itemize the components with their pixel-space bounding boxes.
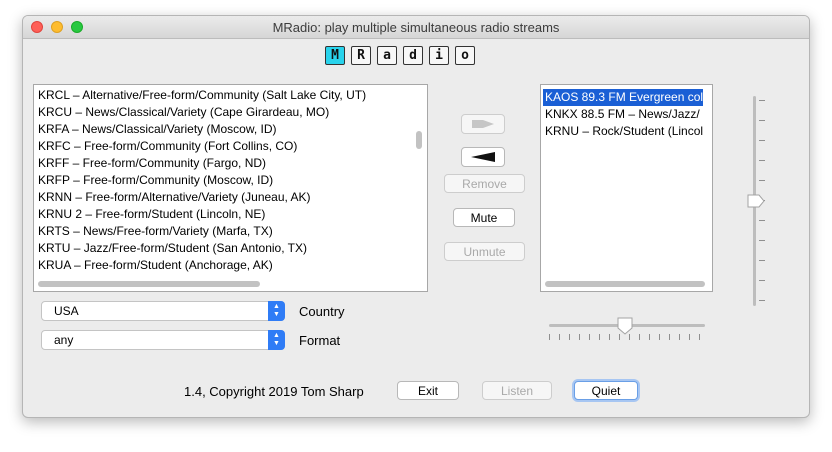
balance-tick	[609, 334, 610, 340]
playing-item[interactable]: KAOS 89.3 FM Evergreen col	[543, 89, 704, 106]
volume-tick	[759, 180, 765, 181]
logo-letter: o	[455, 46, 475, 65]
play-arrow-icon	[472, 120, 494, 128]
station-list-horizontal-scrollbar[interactable]	[38, 281, 260, 287]
volume-tick	[759, 100, 765, 101]
logo-letter: M	[325, 46, 345, 65]
volume-tick	[759, 120, 765, 121]
remove-button[interactable]: Remove	[444, 174, 525, 193]
station-item[interactable]: KRCU – News/Classical/Variety (Cape Gira…	[38, 104, 329, 121]
mute-station-button[interactable]	[461, 147, 505, 167]
balance-tick	[649, 334, 650, 340]
station-item[interactable]: KRCL – Alternative/Free-form/Community (…	[38, 87, 366, 104]
playing-list-horizontal-scrollbar[interactable]	[545, 281, 705, 287]
balance-slider-thumb[interactable]	[617, 317, 633, 335]
station-item[interactable]: KRFA – News/Classical/Variety (Moscow, I…	[38, 121, 277, 138]
station-item[interactable]: KRFF – Free-form/Community (Fargo, ND)	[38, 155, 266, 172]
balance-tick	[669, 334, 670, 340]
logo-letter: a	[377, 46, 397, 65]
unmute-button[interactable]: Unmute	[444, 242, 525, 261]
station-item[interactable]: KRNU 2 – Free-form/Student (Lincoln, NE)	[38, 206, 265, 223]
station-item[interactable]: KRNN – Free-form/Alternative/Variety (Ju…	[38, 189, 311, 206]
station-item[interactable]: KRFC – Free-form/Community (Fort Collins…	[38, 138, 297, 155]
title-bar: MRadio: play multiple simultaneous radio…	[23, 16, 809, 39]
volume-tick	[759, 260, 765, 261]
mradio-window: MRadio: play multiple simultaneous radio…	[22, 15, 810, 418]
volume-slider[interactable]	[745, 96, 775, 306]
balance-slider[interactable]	[547, 316, 707, 346]
station-item[interactable]: KRFP – Free-form/Community (Moscow, ID)	[38, 172, 273, 189]
country-select[interactable]: USA ▲ ▼	[41, 301, 285, 321]
volume-tick	[759, 280, 765, 281]
playing-item[interactable]: KRNU – Rock/Student (Lincol	[545, 123, 703, 140]
exit-button[interactable]: Exit	[397, 381, 459, 400]
format-label: Format	[299, 333, 341, 348]
station-item[interactable]: KRTU – Jazz/Free-form/Student (San Anton…	[38, 240, 307, 257]
country-label: Country	[299, 304, 345, 319]
logo-letter: d	[403, 46, 423, 65]
volume-tick	[759, 220, 765, 221]
updown-arrows-icon: ▲ ▼	[268, 330, 285, 350]
station-item[interactable]: KRTS – News/Free-form/Variety (Marfa, TX…	[38, 223, 273, 240]
balance-tick	[599, 334, 600, 340]
listen-button[interactable]: Listen	[482, 381, 552, 400]
volume-tick	[759, 160, 765, 161]
format-select[interactable]: any ▲ ▼	[41, 330, 285, 350]
balance-tick	[679, 334, 680, 340]
playing-list[interactable]: KAOS 89.3 FM Evergreen col KNKX 88.5 FM …	[540, 84, 713, 292]
updown-arrows-icon: ▲ ▼	[268, 301, 285, 321]
balance-tick	[699, 334, 700, 340]
quiet-button[interactable]: Quiet	[574, 381, 638, 400]
copyright-text: 1.4, Copyright 2019 Tom Sharp	[184, 384, 364, 399]
balance-tick	[569, 334, 570, 340]
format-select-value: any	[54, 333, 74, 347]
balance-tick	[639, 334, 640, 340]
app-logo: M R a d i o	[325, 46, 475, 65]
volume-slider-thumb[interactable]	[747, 194, 765, 208]
volume-tick	[759, 240, 765, 241]
balance-tick	[589, 334, 590, 340]
mute-button[interactable]: Mute	[453, 208, 515, 227]
volume-wedge-icon	[471, 152, 495, 162]
volume-tick	[759, 140, 765, 141]
station-list-vertical-scrollbar[interactable]	[416, 131, 422, 149]
country-select-value: USA	[54, 304, 79, 318]
logo-letter: i	[429, 46, 449, 65]
balance-tick	[549, 334, 550, 340]
station-item[interactable]: KRUA – Free-form/Student (Anchorage, AK)	[38, 257, 273, 274]
playing-item[interactable]: KNKX 88.5 FM – News/Jazz/	[545, 106, 700, 123]
station-list[interactable]: KRCL – Alternative/Free-form/Community (…	[33, 84, 428, 292]
window-title: MRadio: play multiple simultaneous radio…	[272, 20, 560, 35]
balance-tick	[659, 334, 660, 340]
play-button[interactable]	[461, 114, 505, 134]
logo-letter: R	[351, 46, 371, 65]
balance-tick	[579, 334, 580, 340]
balance-tick	[689, 334, 690, 340]
volume-tick	[759, 300, 765, 301]
balance-tick	[559, 334, 560, 340]
